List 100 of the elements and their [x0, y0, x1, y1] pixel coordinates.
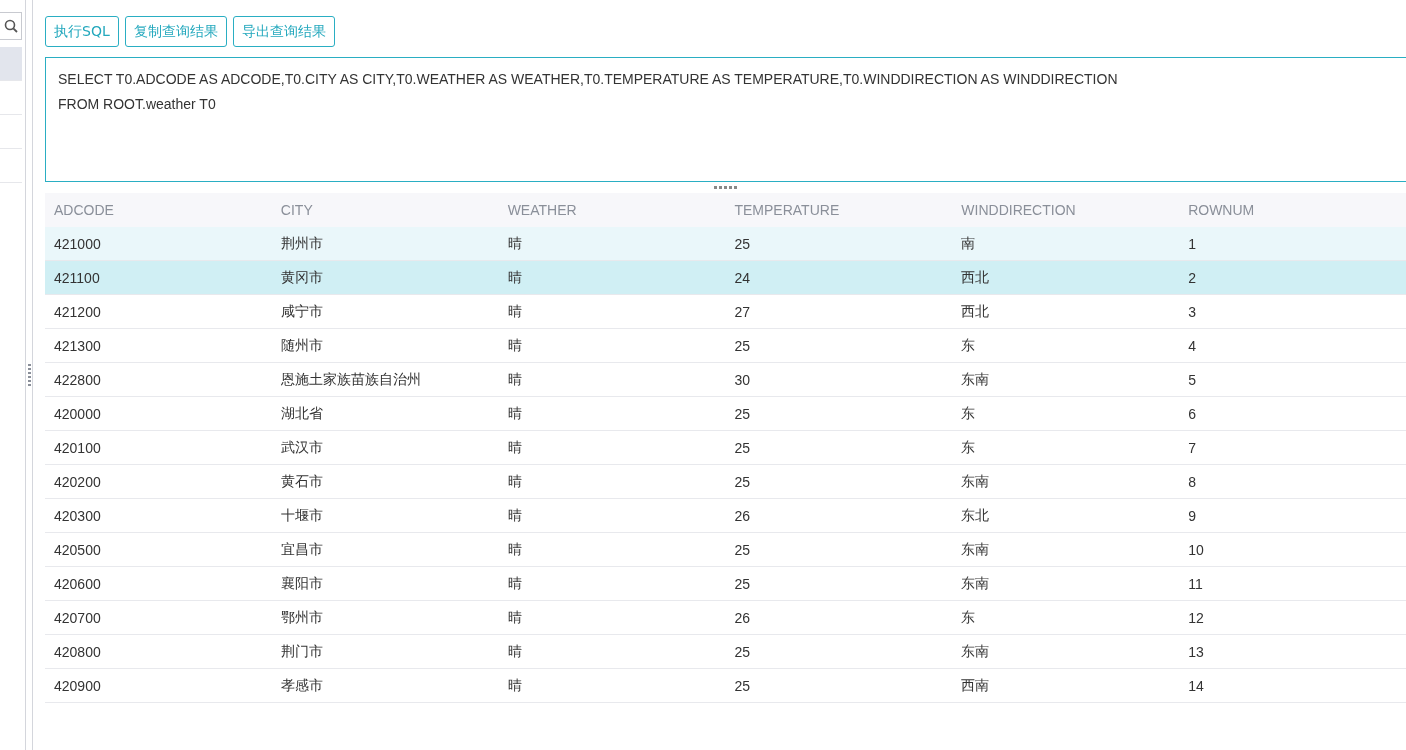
table-cell: 黄冈市: [271, 260, 499, 295]
table-cell: 25: [725, 634, 953, 669]
table-cell: 25: [725, 532, 953, 567]
table-cell: 晴: [498, 430, 726, 465]
table-cell: 晴: [498, 396, 726, 431]
table-cell: 26: [725, 498, 953, 533]
table-cell: 东南: [952, 566, 1180, 601]
table-cell: 5: [1179, 362, 1406, 397]
table-cell: 30: [725, 362, 953, 397]
table-cell: 421300: [45, 328, 272, 363]
table-cell: 6: [1179, 396, 1406, 431]
table-cell: 420500: [45, 532, 272, 567]
table-cell: 东南: [952, 362, 1180, 397]
search-icon: [3, 19, 18, 33]
sql-editor[interactable]: SELECT T0.ADCODE AS ADCODE,T0.CITY AS CITY,T0.WEATHER AS WEATHER,T0.TEMPERATURE AS TEMPERATURE,T0.WINDDIRECTION AS WINDDIRECTION FROM ROOT.weather T0: [45, 57, 1406, 182]
table-cell: 晴: [498, 227, 726, 261]
table-cell: 随州市: [271, 328, 499, 363]
table-cell: 东: [952, 328, 1180, 363]
table-cell: 25: [725, 668, 953, 703]
table-cell: 十堰市: [271, 498, 499, 533]
table-cell: 25: [725, 227, 953, 261]
table-cell: 422800: [45, 362, 272, 397]
table-row[interactable]: 420600 襄阳市 晴 25 东南 11: [45, 566, 1406, 601]
table-cell: 东南: [952, 532, 1180, 567]
table-cell: 24: [725, 260, 953, 295]
column-header: TEMPERATURE: [725, 193, 953, 227]
table-cell: 宜昌市: [271, 532, 499, 567]
table-cell: 晴: [498, 294, 726, 329]
column-header: ADCODE: [45, 193, 272, 227]
table-cell: 恩施土家族苗族自治州: [271, 362, 499, 397]
table-row[interactable]: 422800 恩施土家族苗族自治州 晴 30 东南 5: [45, 362, 1406, 397]
table-cell: 荆门市: [271, 634, 499, 669]
table-cell: 东: [952, 430, 1180, 465]
column-header: WINDDIRECTION: [952, 193, 1180, 227]
table-cell: 晴: [498, 532, 726, 567]
table-cell: 晴: [498, 362, 726, 397]
table-cell: 东: [952, 600, 1180, 635]
table-cell: 10: [1179, 532, 1406, 567]
table-row[interactable]: 420800 荆门市 晴 25 东南 13: [45, 634, 1406, 669]
table-cell: 11: [1179, 566, 1406, 601]
table-cell: 420700: [45, 600, 272, 635]
table-cell: 7: [1179, 430, 1406, 465]
table-row[interactable]: 420200 黄石市 晴 25 东南 8: [45, 464, 1406, 499]
table-row[interactable]: 421200 咸宁市 晴 27 西北 3: [45, 294, 1406, 329]
table-cell: 420100: [45, 430, 272, 465]
table-cell: 420900: [45, 668, 272, 703]
table-cell: 25: [725, 328, 953, 363]
table-cell: 420300: [45, 498, 272, 533]
table-cell: 9: [1179, 498, 1406, 533]
table-cell: 420600: [45, 566, 272, 601]
table-row[interactable]: 420500 宜昌市 晴 25 东南 10: [45, 532, 1406, 567]
table-row[interactable]: 420000 湖北省 晴 25 东 6: [45, 396, 1406, 431]
table-row[interactable]: 421000 荆州市 晴 25 南 1: [45, 227, 1406, 261]
grip-icon: [27, 364, 31, 386]
column-header: CITY: [271, 193, 499, 227]
table-cell: 黄石市: [271, 464, 499, 499]
table-cell: 晴: [498, 668, 726, 703]
table-cell: 4: [1179, 328, 1406, 363]
table-cell: 南: [952, 227, 1180, 261]
table-cell: 420200: [45, 464, 272, 499]
table-cell: 晴: [498, 260, 726, 295]
table-cell: 东南: [952, 634, 1180, 669]
table-cell: 2: [1179, 260, 1406, 295]
table-cell: 荆州市: [271, 227, 499, 261]
table-cell: 武汉市: [271, 430, 499, 465]
table-cell: 东: [952, 396, 1180, 431]
column-header: ROWNUM: [1179, 193, 1406, 227]
table-cell: 1: [1179, 227, 1406, 261]
sidebar-item[interactable]: [0, 47, 22, 81]
table-row[interactable]: 421100 黄冈市 晴 24 西北 2: [45, 260, 1406, 295]
table-cell: 14: [1179, 668, 1406, 703]
table-cell: 25: [725, 396, 953, 431]
column-header: WEATHER: [498, 193, 726, 227]
table-cell: 东北: [952, 498, 1180, 533]
table-cell: 鄂州市: [271, 600, 499, 635]
table-cell: 晴: [498, 498, 726, 533]
table-cell: 421100: [45, 260, 272, 295]
table-row[interactable]: 420300 十堰市 晴 26 东北 9: [45, 498, 1406, 533]
table-cell: 25: [725, 566, 953, 601]
table-cell: 襄阳市: [271, 566, 499, 601]
table-row[interactable]: 420900 孝感市 晴 25 西南 14: [45, 668, 1406, 703]
resize-grip-icon: [713, 185, 738, 190]
table-cell: 西北: [952, 260, 1180, 295]
table-cell: 西北: [952, 294, 1180, 329]
table-cell: 421000: [45, 227, 272, 261]
table-cell: 晴: [498, 600, 726, 635]
table-cell: 晴: [498, 566, 726, 601]
table-cell: 25: [725, 464, 953, 499]
table-cell: 26: [725, 600, 953, 635]
table-cell: 晴: [498, 634, 726, 669]
table-cell: 东南: [952, 464, 1180, 499]
table-row[interactable]: 421300 随州市 晴 25 东 4: [45, 328, 1406, 363]
table-cell: 421200: [45, 294, 272, 329]
table-cell: 25: [725, 430, 953, 465]
table-row[interactable]: 420700 鄂州市 晴 26 东 12: [45, 600, 1406, 635]
table-cell: 孝感市: [271, 668, 499, 703]
table-cell: 3: [1179, 294, 1406, 329]
table-row[interactable]: 420100 武汉市 晴 25 东 7: [45, 430, 1406, 465]
table-cell: 晴: [498, 464, 726, 499]
search-button[interactable]: [0, 12, 22, 40]
